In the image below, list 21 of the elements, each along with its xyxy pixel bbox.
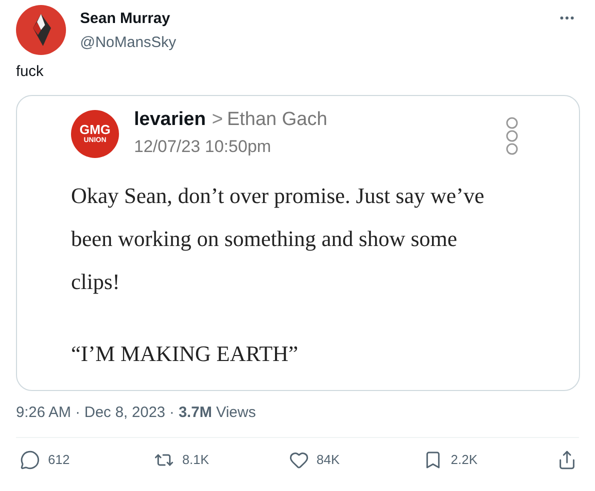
like-button[interactable]: 84K	[288, 450, 388, 470]
author-handle[interactable]: @NoMansSky	[80, 33, 176, 53]
vertical-dots-icon	[505, 116, 519, 156]
logo-text: GMG	[79, 123, 111, 136]
author-name[interactable]: Sean Murray	[80, 9, 176, 29]
heart-icon	[288, 450, 308, 470]
share-icon	[557, 450, 577, 470]
quoted-date: 12/07/23 10:50pm	[134, 136, 272, 158]
quoted-message: “I’M MAKING EARTH”	[71, 340, 300, 368]
avatar-logo[interactable]	[16, 5, 66, 55]
bookmark-button[interactable]: 2.2K	[422, 450, 523, 470]
quoted-recipient: Ethan Gach	[226, 108, 328, 132]
reply-button[interactable]: 612	[20, 450, 120, 470]
tweet-text: fuck	[16, 62, 45, 82]
quoted-message: Okay Sean, don’t over promise. Just say we’ve been working on something and show some clips!	[71, 182, 486, 296]
quoted-username: levarien	[134, 108, 206, 132]
share-button[interactable]	[557, 450, 577, 470]
reply-icon	[20, 450, 40, 470]
tweet-meta: 9:26 AM · Dec 8, 2023 · 3.7M Views	[16, 403, 257, 423]
separator-glyph: >	[212, 108, 223, 132]
retweet-button[interactable]: 8.1K	[154, 450, 254, 470]
